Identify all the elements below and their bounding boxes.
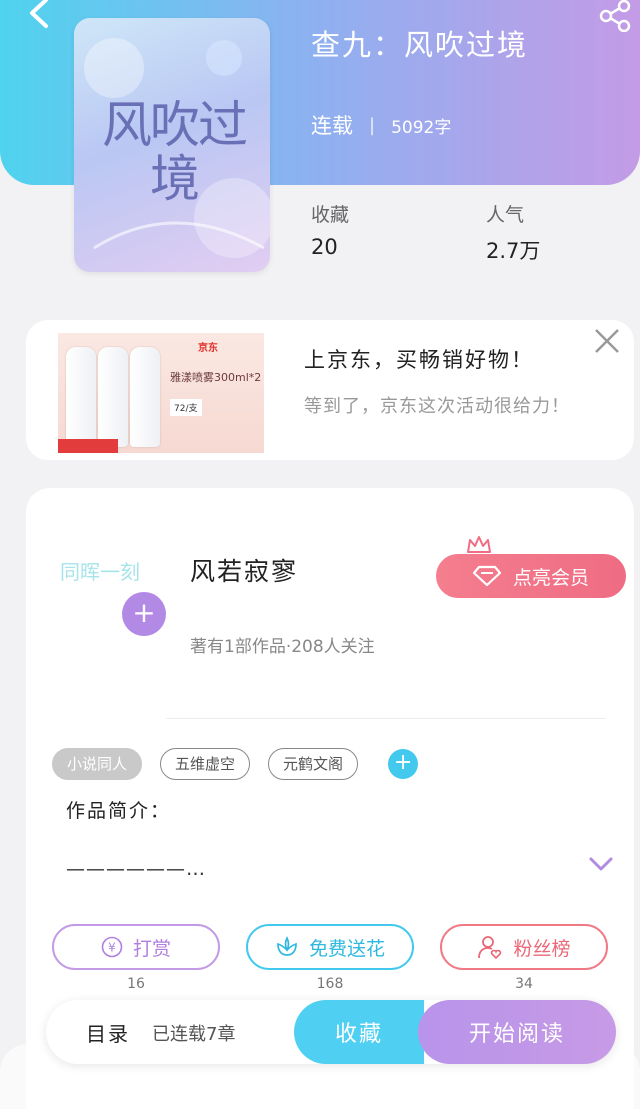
ad-image[interactable]: 京东 雅漾喷雾300ml*2 72/支 (58, 333, 264, 453)
chevron-left-icon[interactable] (22, 0, 56, 30)
book-cover[interactable]: 风吹过境 (74, 18, 270, 272)
toc-button[interactable]: 目录 (86, 1018, 130, 1047)
flower-count: 168 (316, 976, 344, 992)
share-icon[interactable] (598, 0, 634, 32)
reward-label: 打赏 (132, 937, 171, 960)
stat-label: 收藏 (311, 204, 350, 226)
chevron-down-icon[interactable] (588, 854, 614, 874)
book-meta: 连载 | 5092字 (311, 110, 451, 140)
ad-product: 雅漾喷雾300ml*2 (170, 371, 262, 384)
vip-button[interactable]: 点亮会员 (436, 554, 626, 598)
serial-status: 连载 (311, 114, 353, 138)
start-reading-button[interactable]: 开始阅读 (418, 1000, 616, 1064)
book-title: 查九：风吹过境 (311, 28, 529, 62)
intro-text: ——————… (66, 858, 206, 880)
stat-popularity: 人气 2.7万 (486, 200, 540, 265)
tag-list: 小说同人 五维虚空 元鹤文阁 + (52, 748, 419, 780)
ad-title: 上京东，买畅销好物！ (304, 348, 534, 372)
fan-icon (478, 936, 502, 960)
divider (166, 718, 606, 719)
ad-banner[interactable]: 京东 雅漾喷雾300ml*2 72/支 上京东，买畅销好物！ 等到了，京东这次活… (26, 320, 634, 460)
author-name[interactable]: 风若寂寥 (190, 552, 298, 588)
avatar-text: 同晖一刻 (60, 560, 140, 584)
follow-author-button[interactable]: + (122, 592, 166, 636)
tag-pill[interactable]: 五维虚空 (160, 748, 251, 780)
fan-ranking-label: 粉丝榜 (513, 937, 571, 960)
stat-label: 人气 (486, 204, 525, 226)
toc-status[interactable]: 已连载7章 (152, 1020, 235, 1046)
crown-icon (467, 536, 491, 553)
product-bottle (130, 347, 160, 447)
word-count: 5092字 (391, 117, 452, 138)
ad-brand: 京东 (198, 343, 218, 354)
product-bottle (98, 347, 128, 447)
favorite-button[interactable]: 收藏 (294, 1000, 424, 1064)
send-flower-button[interactable]: 免费送花 (246, 924, 414, 970)
vip-label: 点亮会员 (512, 566, 589, 589)
reward-count: 16 (127, 976, 145, 992)
intro-label: 作品简介： (66, 800, 172, 822)
ad-tag (58, 439, 118, 453)
bottom-action-bar: 目录 已连载7章 收藏 开始阅读 (46, 1000, 616, 1064)
fan-ranking-button[interactable]: 粉丝榜 (440, 924, 608, 970)
author-meta: 著有1部作品·208人关注 (190, 637, 375, 657)
add-tag-button[interactable]: + (388, 749, 419, 779)
tag-pill[interactable]: 元鹤文阁 (268, 748, 359, 780)
yen-icon: ¥ (101, 936, 123, 958)
reward-button[interactable]: ¥ 打赏 (52, 924, 220, 970)
close-icon[interactable] (592, 326, 622, 356)
cover-title: 风吹过境 (102, 96, 248, 208)
ad-price: 72/支 (170, 399, 202, 416)
stat-value: 2.7万 (486, 239, 541, 263)
product-bottle (66, 347, 96, 447)
ad-subtitle: 等到了，京东这次活动很给力！ (304, 396, 570, 417)
flower-icon (277, 936, 297, 956)
tag-pill[interactable]: 小说同人 (52, 748, 143, 780)
svg-text:¥: ¥ (108, 941, 116, 955)
meta-divider: | (369, 114, 376, 136)
send-flower-label: 免费送花 (308, 937, 385, 960)
diamond-icon (472, 565, 501, 587)
fan-count: 34 (515, 976, 533, 992)
stat-value: 20 (311, 235, 338, 259)
stat-favorites: 收藏 20 (311, 200, 349, 259)
